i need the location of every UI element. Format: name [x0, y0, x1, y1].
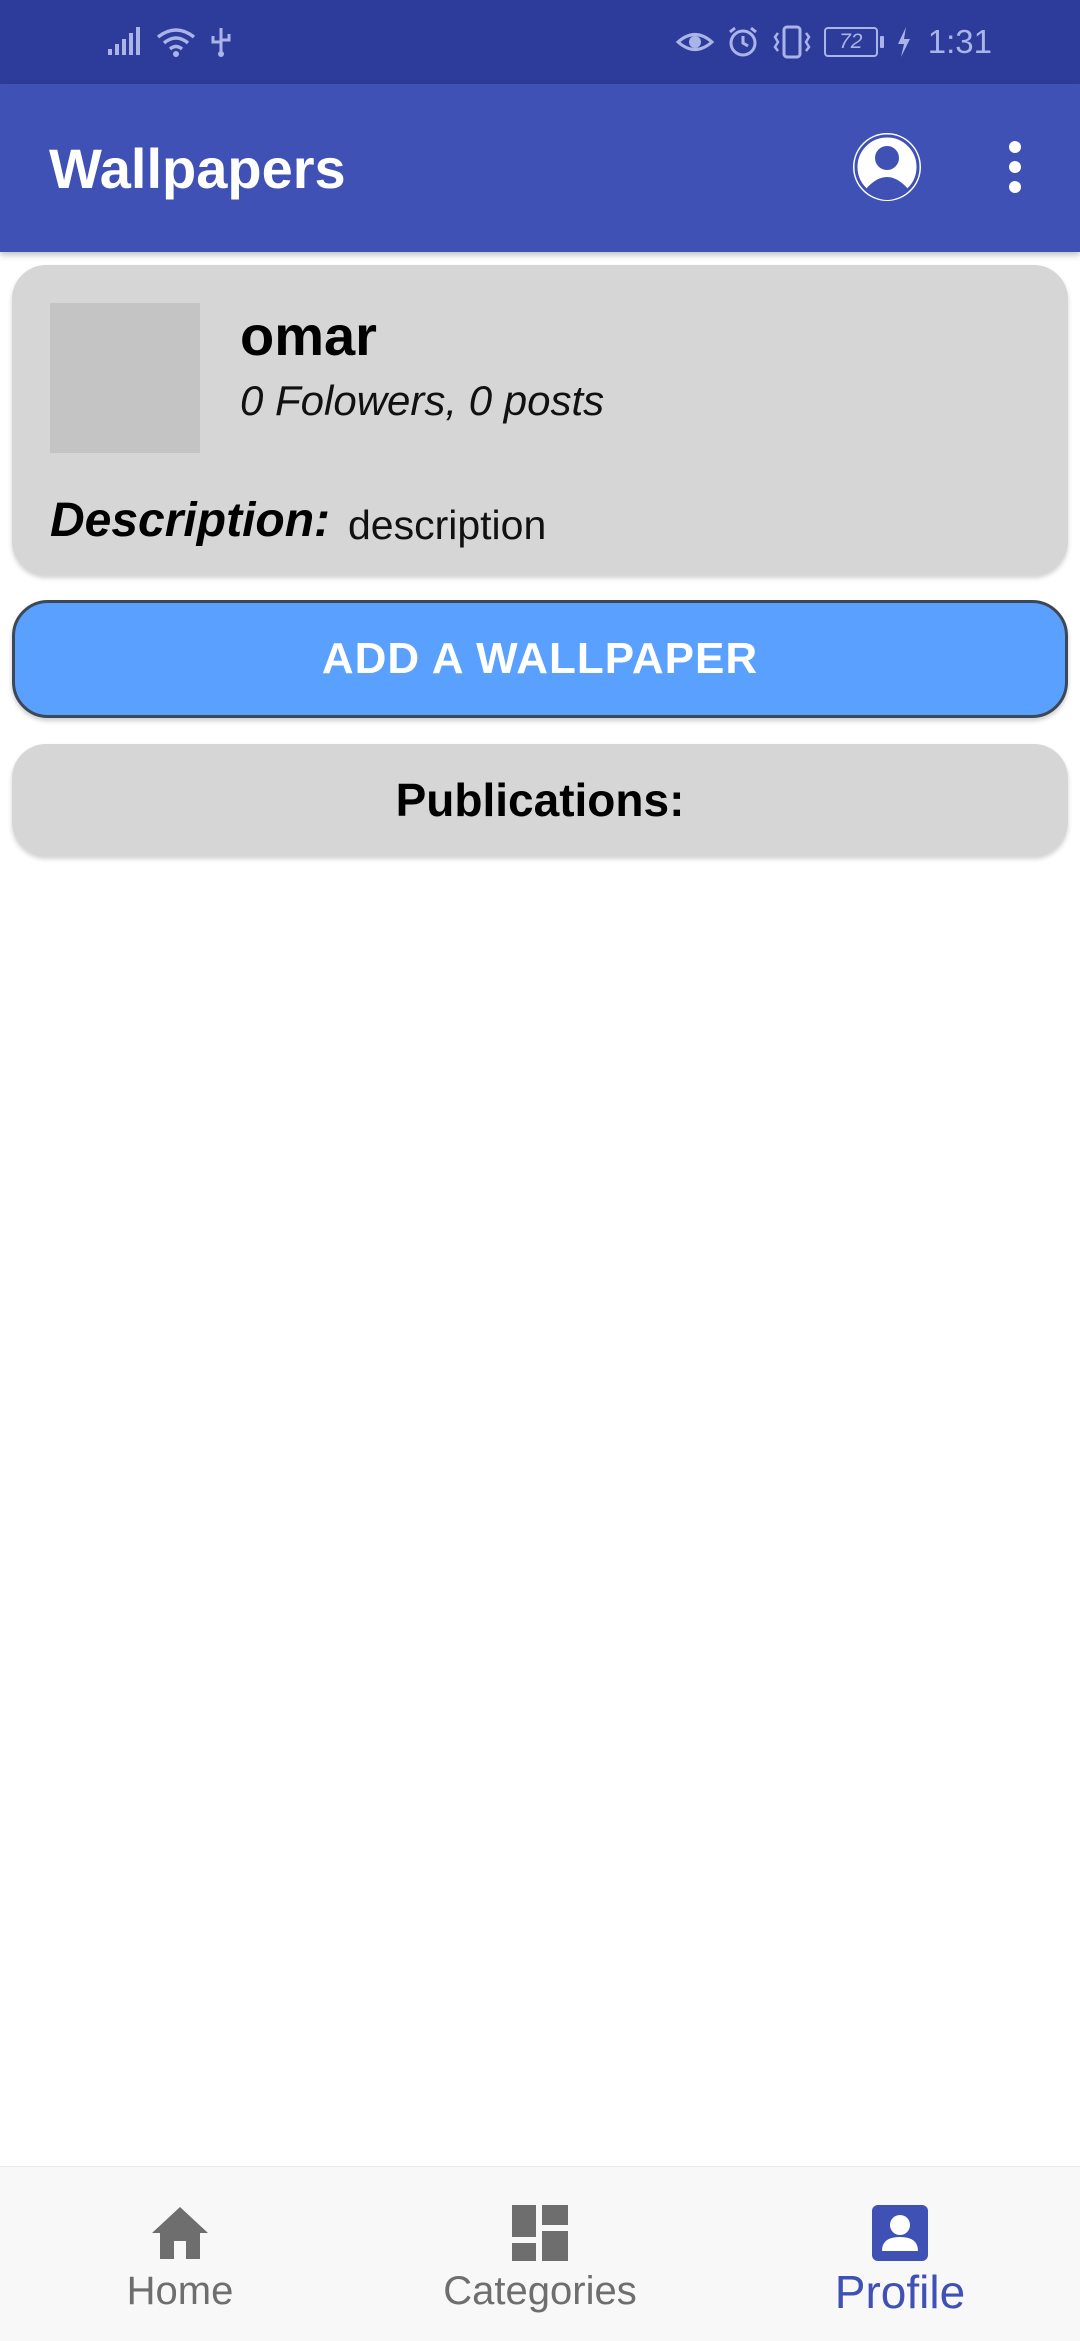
- wifi-icon: [156, 27, 196, 57]
- battery-level: 72: [823, 27, 878, 57]
- nav-categories[interactable]: Categories: [360, 2167, 720, 2341]
- add-wallpaper-button[interactable]: ADD A WALLPAPER: [12, 600, 1068, 718]
- profile-icon: [872, 2205, 928, 2261]
- battery-icon: 72: [823, 27, 884, 57]
- nav-profile-label: Profile: [834, 2266, 966, 2318]
- eye-icon: [675, 27, 714, 57]
- nav-home-label: Home: [126, 2269, 234, 2313]
- app-bar: Wallpapers: [0, 84, 1080, 252]
- charging-icon: [896, 27, 912, 57]
- nav-profile[interactable]: Profile: [720, 2167, 1080, 2341]
- status-right: 72 1:31: [675, 20, 992, 64]
- usb-icon: [210, 26, 232, 58]
- more-options-button[interactable]: [1000, 130, 1030, 204]
- account-button[interactable]: [850, 130, 924, 204]
- dashboard-icon: [512, 2205, 568, 2261]
- description-text: description: [348, 502, 547, 548]
- status-time: 1:31: [927, 23, 992, 60]
- avatar[interactable]: [50, 303, 200, 453]
- vibrate-icon: [772, 25, 812, 59]
- status-bar: 72 1:31: [0, 0, 1080, 84]
- status-left: [108, 20, 232, 64]
- more-vert-icon: [1009, 141, 1021, 153]
- bottom-navigation: Home Categories Profile: [0, 2166, 1080, 2341]
- nav-categories-label: Categories: [443, 2269, 637, 2313]
- profile-card: omar 0 Folowers, 0 posts Description: de…: [12, 265, 1068, 575]
- profile-name: omar: [240, 304, 377, 367]
- profile-stats: 0 Folowers, 0 posts: [240, 377, 605, 424]
- signal-icon: [108, 27, 142, 57]
- nav-home[interactable]: Home: [0, 2167, 360, 2341]
- alarm-icon: [726, 25, 760, 59]
- home-icon: [152, 2207, 208, 2259]
- app-title: Wallpapers: [49, 137, 346, 200]
- description-label: Description:: [50, 494, 331, 547]
- account-icon: [853, 133, 921, 201]
- publications-header: Publications:: [12, 744, 1068, 856]
